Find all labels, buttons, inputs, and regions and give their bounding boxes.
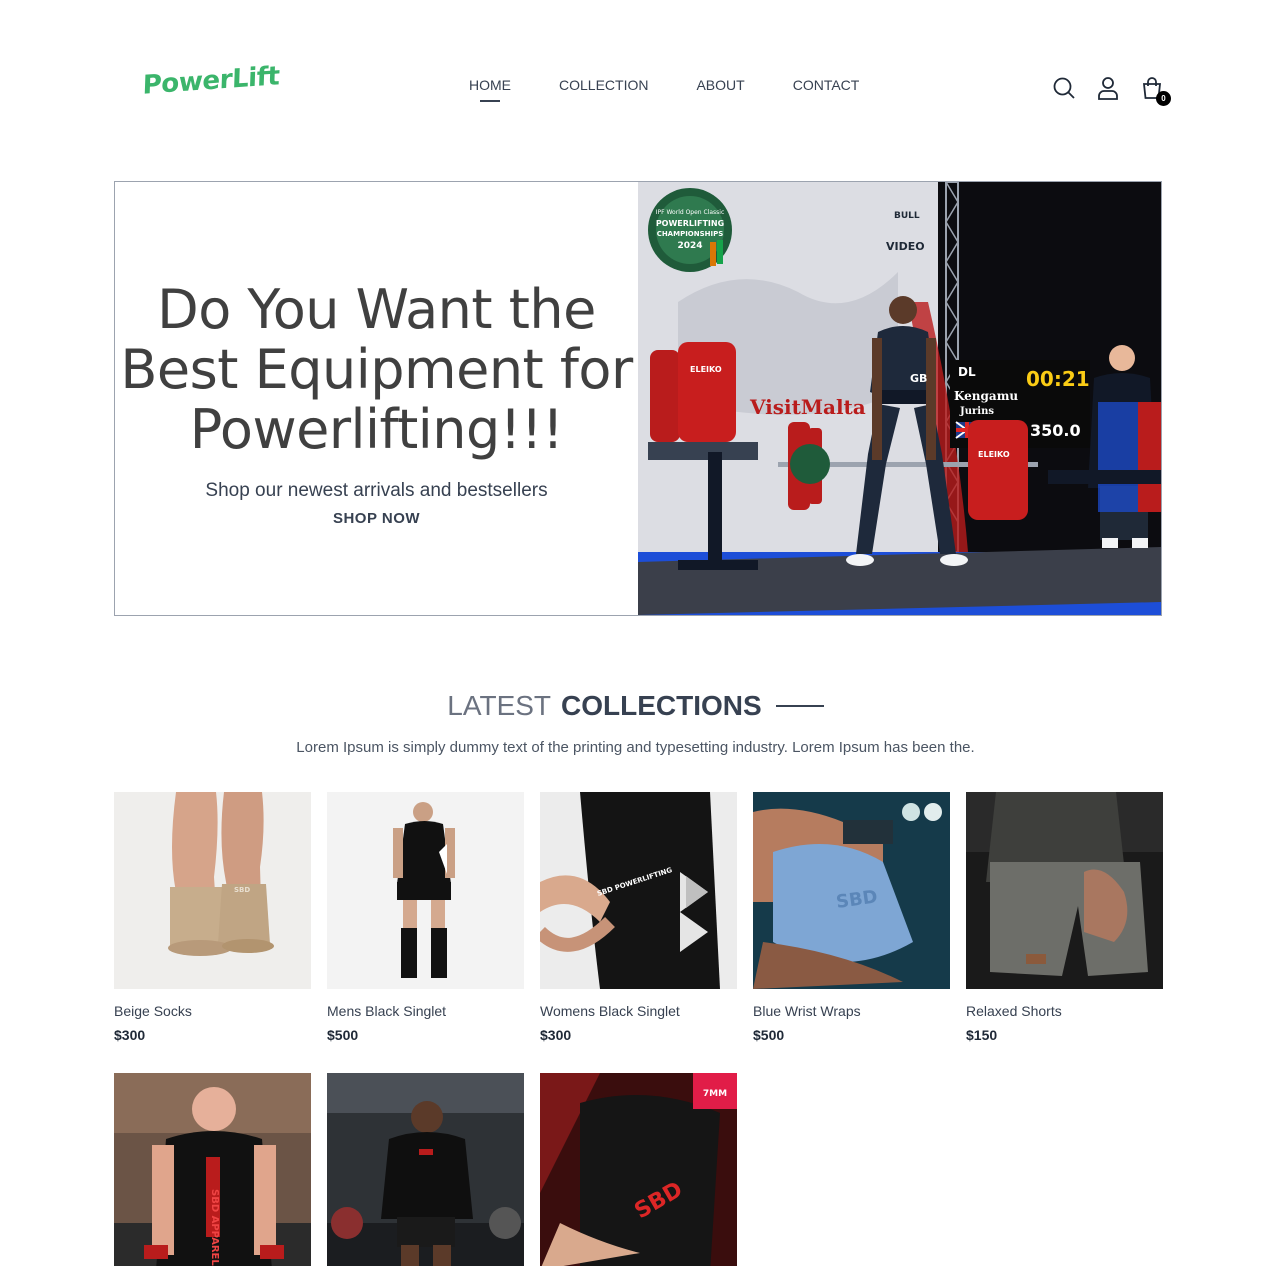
nav-home[interactable]: HOME [469,77,511,93]
product-price: $300 [540,1027,572,1043]
hero-image: IPF World Open Classic POWERLIFTING CHAM… [638,182,1161,615]
svg-text:Kengamu: Kengamu [954,389,1018,403]
svg-text:ELEIKO: ELEIKO [978,450,1010,459]
championship-badge: IPF World Open Classic POWERLIFTING CHAM… [648,188,732,272]
product-card[interactable]: SBD 7MM [540,1073,737,1266]
svg-text:ELEIKO: ELEIKO [690,365,722,374]
svg-text:POWERLIFTING: POWERLIFTING [656,219,724,228]
product-name[interactable]: Beige Socks [114,1003,311,1021]
product-name[interactable]: Mens Black Singlet [327,1003,524,1021]
svg-text:SBD APPAREL: SBD APPAREL [209,1189,220,1266]
svg-text:DL: DL [958,365,976,379]
product-image[interactable]: SBD 7MM [540,1073,737,1266]
hero-subtitle: Shop our newest arrivals and bestsellers [205,480,548,501]
product-name[interactable]: Womens Black Singlet [540,1003,737,1021]
main-nav: HOME COLLECTION ABOUT CONTACT [469,77,859,93]
cart-count-badge: 0 [1156,91,1171,106]
product-image[interactable] [327,1073,524,1266]
heading-bold: COLLECTIONS [561,690,762,721]
product-image[interactable] [327,792,524,989]
product-image[interactable]: SBD POWERLIFTING [540,792,737,989]
svg-text:VIDEO: VIDEO [886,240,925,253]
product-grid: SBD Beige Socks $300 Mens Black Singlet [114,792,1163,1266]
svg-text:350.0: 350.0 [1030,421,1081,440]
search-icon[interactable] [1052,76,1076,100]
shopping-bag-icon[interactable]: 0 [1140,76,1171,106]
svg-text:Jurins: Jurins [959,406,994,417]
hero-title: Do You Want the Best Equipment for Power… [120,278,633,461]
svg-text:BULL: BULL [894,211,920,221]
product-card[interactable]: Relaxed Shorts $150 [966,792,1163,1045]
nav-contact[interactable]: CONTACT [793,77,860,93]
svg-text:2024: 2024 [677,241,702,251]
product-card[interactable]: SBD APPAREL [114,1073,311,1266]
product-name[interactable]: Blue Wrist Wraps [753,1003,950,1021]
collections-description: Lorem Ipsum is simply dummy text of the … [296,739,975,756]
hero-banner: Do You Want the Best Equipment for Power… [114,181,1162,616]
shop-now-link[interactable]: SHOP NOW [333,510,420,527]
product-image[interactable]: SBD [114,792,311,989]
svg-text:00:21: 00:21 [1026,367,1090,391]
product-card[interactable] [327,1073,524,1266]
product-image[interactable]: SBD APPAREL [114,1073,311,1266]
latest-collections-heading: LATEST COLLECTIONS [0,690,1271,722]
svg-text:SBD: SBD [234,886,250,894]
header-icons: 0 [1052,76,1171,106]
brand-logo[interactable]: PowerLift [142,61,280,100]
nav-collection[interactable]: COLLECTION [559,77,648,93]
product-price: $150 [966,1027,998,1043]
svg-text:CHAMPIONSHIPS: CHAMPIONSHIPS [657,230,724,238]
user-icon[interactable] [1096,76,1120,100]
thickness-badge: 7MM [703,1089,727,1099]
svg-text:GB: GB [910,372,927,385]
nav-about[interactable]: ABOUT [696,77,744,93]
site-header: PowerLift HOME COLLECTION ABOUT CONTACT … [0,0,1271,130]
product-card[interactable]: SBD Beige Socks $300 [114,792,311,1045]
product-price: $500 [327,1027,359,1043]
product-card[interactable]: Mens Black Singlet $500 [327,792,524,1045]
hero-text-panel: Do You Want the Best Equipment for Power… [115,182,638,615]
product-price: $500 [753,1027,785,1043]
svg-text:VisitMalta: VisitMalta [749,395,866,419]
heading-divider [775,705,824,707]
product-card[interactable]: SBD Blue Wrist Wraps $500 [753,792,950,1045]
product-image[interactable] [966,792,1163,989]
product-card[interactable]: SBD POWERLIFTING Womens Black Singlet $3… [540,792,737,1045]
product-image[interactable]: SBD [753,792,950,989]
product-price: $300 [114,1027,146,1043]
svg-text:IPF World Open Classic: IPF World Open Classic [656,209,725,216]
product-name[interactable]: Relaxed Shorts [966,1003,1163,1021]
heading-light: LATEST [447,690,552,721]
